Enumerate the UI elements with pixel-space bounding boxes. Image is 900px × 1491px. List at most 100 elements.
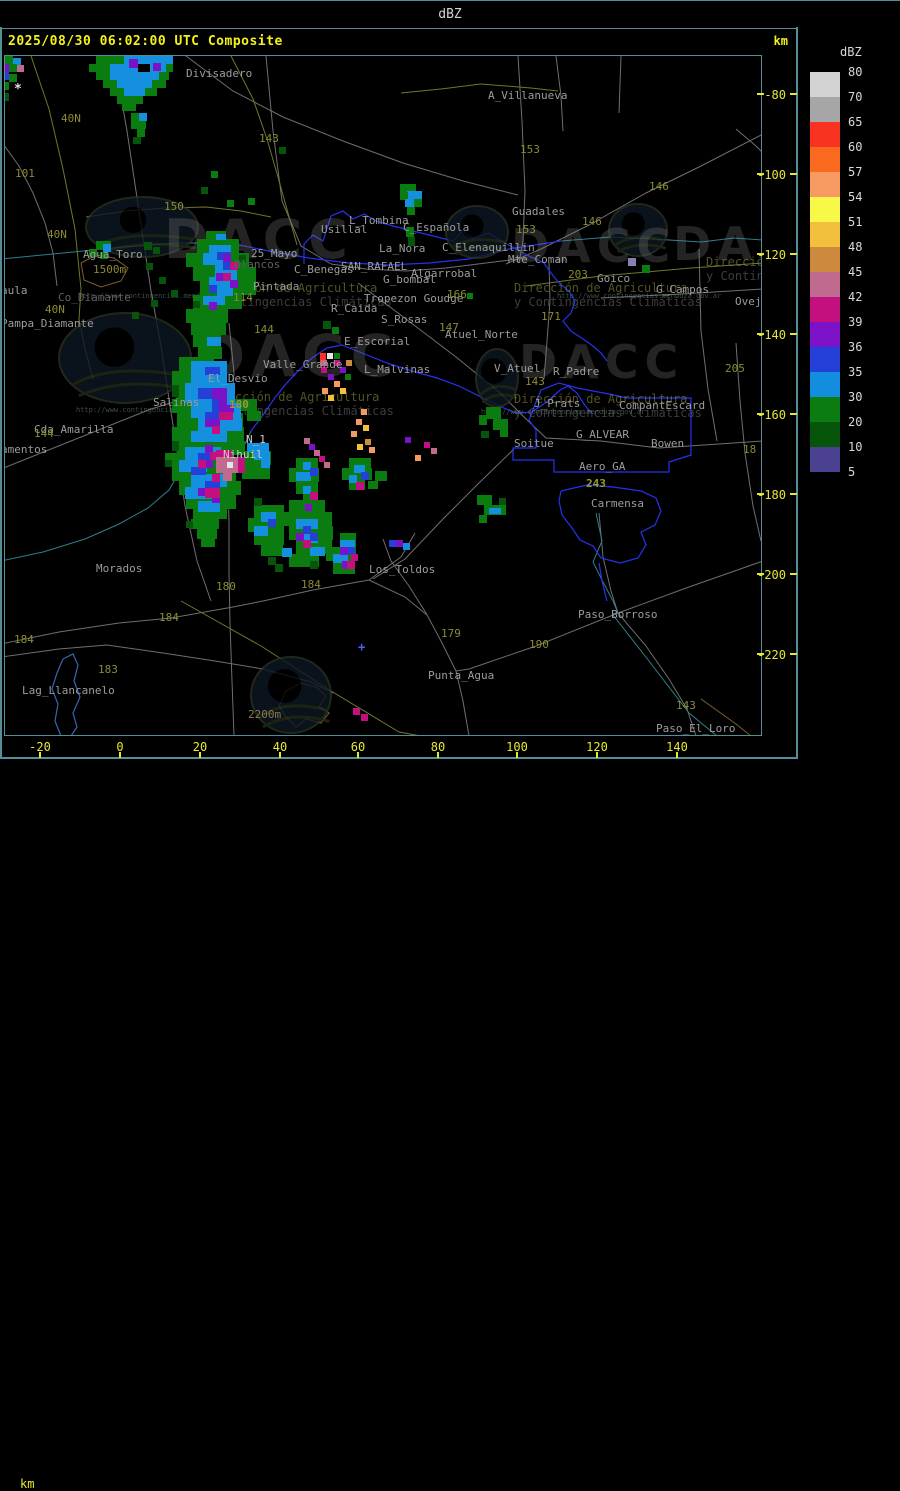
echo-cell [153,247,160,254]
echo-cell [5,56,13,64]
echo-cell [361,472,369,480]
echo-cell [305,504,312,511]
right-tick-mark [757,573,764,575]
echo-cell [431,448,437,454]
echo-cell [193,301,200,308]
bottom-tick-mark [39,752,41,758]
place-label: Salinas [153,396,200,409]
page-title: dBZ [438,7,462,22]
map-line-gray [382,538,457,672]
map-line-gray [5,145,58,287]
echo-cell [368,481,378,489]
echo-cell [216,234,226,240]
place-label: Aero_GA [579,460,626,473]
map-line-gray [618,56,622,114]
right-tick-label: -180 [757,488,786,502]
map-line-gray [617,612,697,735]
echo-cell [165,460,172,467]
place-label: C_Española [403,221,470,234]
echo-cell [205,488,220,498]
echo-cell [152,80,166,88]
place-label: C_Elenaquillin [442,241,535,254]
echo-cell [499,498,506,505]
echo-cell [103,80,117,88]
echo-cell [369,447,375,453]
echo-cell [279,147,286,154]
echo-cell [209,302,217,310]
echo-cell [219,412,233,420]
echo-cell [89,64,110,72]
echo-cell [323,321,331,329]
right-tick-mark [790,493,797,495]
right-tick-mark [757,413,764,415]
echo-cell [144,242,152,250]
echo-cell [346,360,352,366]
echo-cell [500,429,508,437]
route-label: 205 [725,362,745,375]
legend-value: 51 [848,215,863,229]
place-label: N_1 [246,433,266,446]
echo-cell [209,285,217,293]
place-label: C_Benegas [294,263,354,276]
place-label: aula [5,284,28,297]
echo-cell [137,129,145,137]
echo-cell [227,200,234,207]
echo-cell [212,388,227,399]
echo-cell [131,113,139,121]
place-label: L_Malvinas [364,363,431,376]
legend-value: 80 [848,65,863,79]
map-marker: + [358,640,366,654]
echo-cell [198,460,206,468]
place-label: G_Campos [656,283,709,296]
echo-cell [5,93,9,101]
echo-cell [201,539,215,547]
legend-color-box [810,172,840,197]
echo-cell [357,444,363,450]
right-axis-unit: km [773,34,788,48]
echo-cell [124,88,145,96]
place-label: Lag_Llancanelo [22,684,115,697]
route-label: 146 [649,180,669,193]
echo-cell [146,263,153,270]
right-tick-label: -220 [757,648,786,662]
echo-cell [414,199,422,207]
right-tick-mark [790,413,797,415]
echo-cell [389,540,396,547]
echo-cell [205,460,213,468]
map-line-teal [592,512,619,614]
echo-cell [191,323,226,335]
bottom-tick-mark [516,752,518,758]
place-label: Pintada [253,280,300,293]
echo-cell [211,171,218,178]
route-label: 114 [233,291,253,304]
map-line-teal [612,614,717,735]
place-label: Paso_Borroso [578,608,658,621]
echo-cell [324,462,330,468]
bottom-axis-unit: km [20,1477,35,1491]
echo-cell [322,388,328,394]
echo-cell [375,471,387,481]
place-label: J_Prats [534,397,581,410]
legend-value: 10 [848,440,863,454]
echo-cell [282,548,292,557]
legend-color-box [810,347,840,372]
route-label: 40N [61,112,81,125]
echo-cell [96,72,110,80]
bottom-tick-mark [119,752,121,758]
echo-cell [424,442,430,448]
legend-value: 60 [848,140,863,154]
echo-cell [248,198,255,205]
bottom-tick-mark [676,752,678,758]
watermark-eye-logo [475,348,519,408]
echo-cell [110,72,159,80]
echo-cell [9,64,17,72]
route-label: 179 [441,627,461,640]
place-label: Divisadero [186,67,253,80]
echo-cell [186,521,193,528]
legend-value: 54 [848,190,863,204]
place-label: R_Padre [553,365,600,378]
echo-cell [261,545,283,556]
timestamp-row: 2025/08/30 06:02:00 UTC Composite km [0,29,900,55]
echo-cell [9,74,17,82]
place-label: E_Escorial [344,335,411,348]
